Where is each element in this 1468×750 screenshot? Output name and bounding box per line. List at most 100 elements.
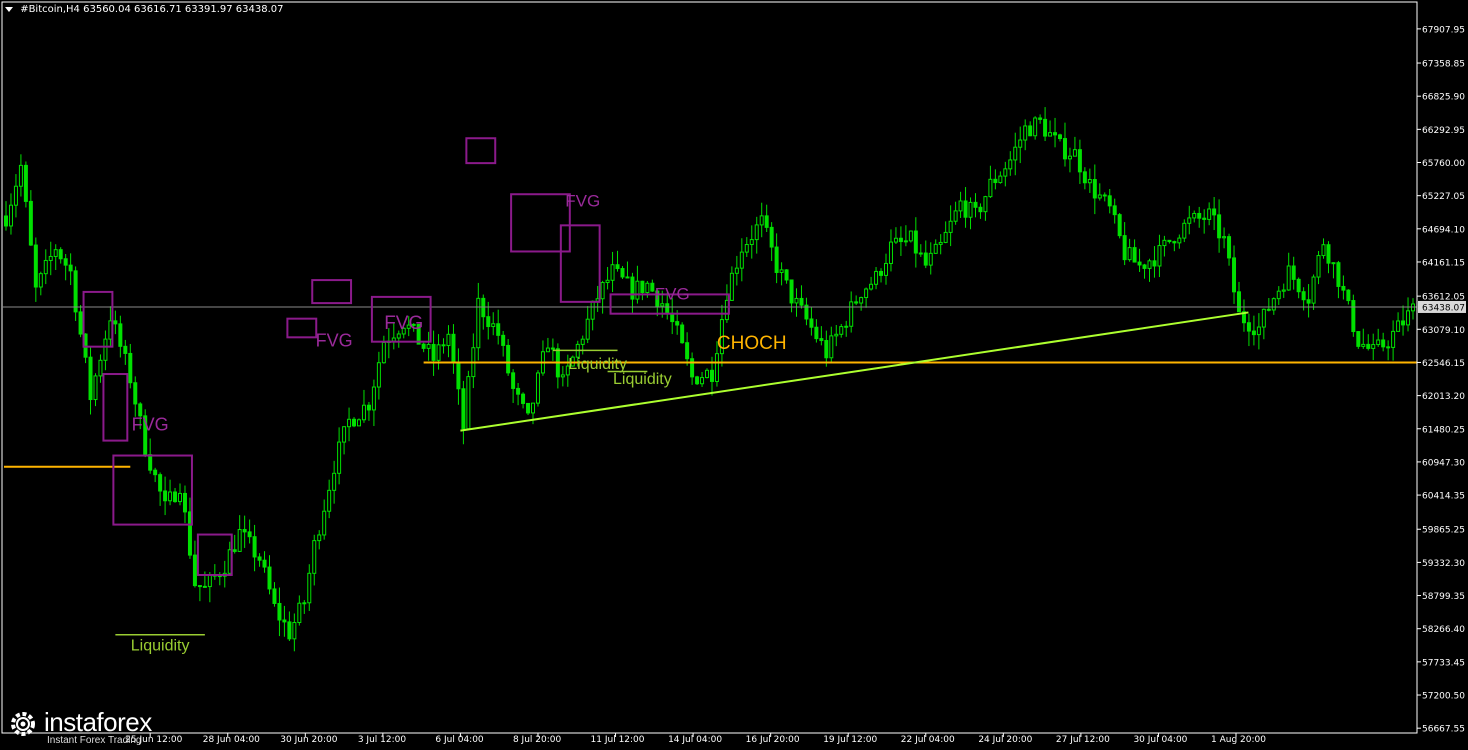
candle-body <box>481 297 486 318</box>
candle-body <box>1147 260 1152 269</box>
candle-body <box>550 347 555 350</box>
candle-body <box>1341 285 1346 291</box>
candle-body <box>893 237 898 243</box>
candle-body <box>1058 134 1063 140</box>
candle-body <box>898 237 903 243</box>
candle-body <box>133 382 138 405</box>
candle-body <box>535 372 540 404</box>
candle-body <box>854 301 859 304</box>
candle-body <box>590 300 595 320</box>
time-tick-label: 11 Jul 12:00 <box>591 735 645 745</box>
candle-body <box>928 252 933 266</box>
candle-body <box>839 326 844 335</box>
time-tick-label: 1 Aug 20:00 <box>1211 735 1266 745</box>
ohlc-values: 63560.04 63616.71 63391.97 63438.07 <box>83 4 284 15</box>
candle-body <box>1023 125 1028 141</box>
candle-body <box>1351 300 1356 333</box>
candle-body <box>998 175 1003 184</box>
candle-body <box>600 282 605 300</box>
candle-body <box>1142 264 1147 269</box>
price-tick-label: 64161.15 <box>1422 258 1465 268</box>
candle-body <box>1331 262 1336 265</box>
candle-body <box>88 356 93 401</box>
candle-body <box>247 531 252 538</box>
fvg-box <box>286 317 318 339</box>
candle-body <box>963 200 968 218</box>
candle-body <box>948 220 953 233</box>
candle-body <box>292 622 297 640</box>
candle-body <box>1062 138 1067 160</box>
candle-body <box>645 282 650 294</box>
time-tick-label: 14 Jul 04:00 <box>668 735 722 745</box>
price-tick-label: 61480.25 <box>1422 425 1465 435</box>
candle-body <box>158 474 163 492</box>
candle-body <box>28 200 33 246</box>
candle-body <box>1271 298 1276 311</box>
logo-tagline: Instant Forex Trading <box>47 735 142 746</box>
candle-body <box>307 572 312 604</box>
candle-body <box>337 441 342 474</box>
candle-body <box>33 244 38 288</box>
candle-body <box>182 492 187 513</box>
candle-body <box>272 588 277 604</box>
fvg-box <box>82 290 114 348</box>
candle-body <box>938 241 943 245</box>
candle-body <box>297 602 302 624</box>
time-tick-label: 30 Jul 04:00 <box>1133 735 1187 745</box>
candle-body <box>983 196 988 213</box>
candle-body <box>98 359 103 377</box>
candle-body <box>779 269 784 273</box>
candle-body <box>1107 195 1112 207</box>
candle-body <box>366 404 371 411</box>
candle-body <box>1077 149 1082 173</box>
candle-body <box>829 335 834 359</box>
candle-body <box>13 185 18 206</box>
candle-body <box>1261 308 1266 328</box>
time-axis: 25 Jun 12:00 28 Jun 04:00 30 Jun 20:00 3 Ju… <box>125 733 1266 745</box>
candle-body <box>1212 208 1217 216</box>
candle-body <box>391 337 396 342</box>
candle-body <box>317 534 322 542</box>
candle-body <box>48 255 53 261</box>
candle-body <box>237 529 242 552</box>
dropdown-arrow-icon[interactable] <box>5 6 13 12</box>
candle-body <box>1356 331 1361 347</box>
candle-body <box>1406 310 1411 326</box>
chart-title: #Bitcoin,H4 63560.04 63616.71 63391.97 6… <box>5 4 284 15</box>
price-tick-label: 65760.00 <box>1422 159 1465 169</box>
candle-body <box>192 554 197 587</box>
candle-body <box>665 303 670 314</box>
time-tick-label: 8 Jul 20:00 <box>513 735 562 745</box>
candle-body <box>1291 265 1296 280</box>
candle-body <box>1222 236 1227 239</box>
candle-body <box>580 338 585 345</box>
candle-body <box>620 268 625 278</box>
candle-body <box>1102 194 1107 197</box>
candle-body <box>58 249 63 260</box>
candle-body <box>73 270 78 313</box>
candle-body <box>103 338 108 361</box>
candle-body <box>361 404 366 421</box>
price-axis: 67907.95 67358.85 66825.90 66292.95 65760.00… <box>1416 2 1466 735</box>
current-price-value: 63438.07 <box>1422 303 1465 313</box>
plot-frame <box>1 1 1418 734</box>
candle-body <box>491 323 496 328</box>
candle-body <box>197 585 202 588</box>
price-tick-label: 57200.50 <box>1422 692 1465 702</box>
candle-body <box>1286 265 1291 291</box>
candle-body <box>1326 244 1331 264</box>
time-tick-label: 3 Jul 12:00 <box>358 735 407 745</box>
candle-body <box>968 201 973 218</box>
candle-body <box>1396 320 1401 332</box>
candle-body <box>739 251 744 269</box>
candle-body <box>466 376 471 430</box>
candle-body <box>1112 205 1117 216</box>
candle-body <box>476 297 481 349</box>
candle-body <box>913 230 918 254</box>
candle-body <box>814 326 819 340</box>
candle-body <box>347 418 352 428</box>
candle-body <box>43 259 48 275</box>
candle-body <box>1008 159 1013 170</box>
candle-body <box>506 344 511 374</box>
liquidity-label: Liquidity <box>613 371 672 388</box>
